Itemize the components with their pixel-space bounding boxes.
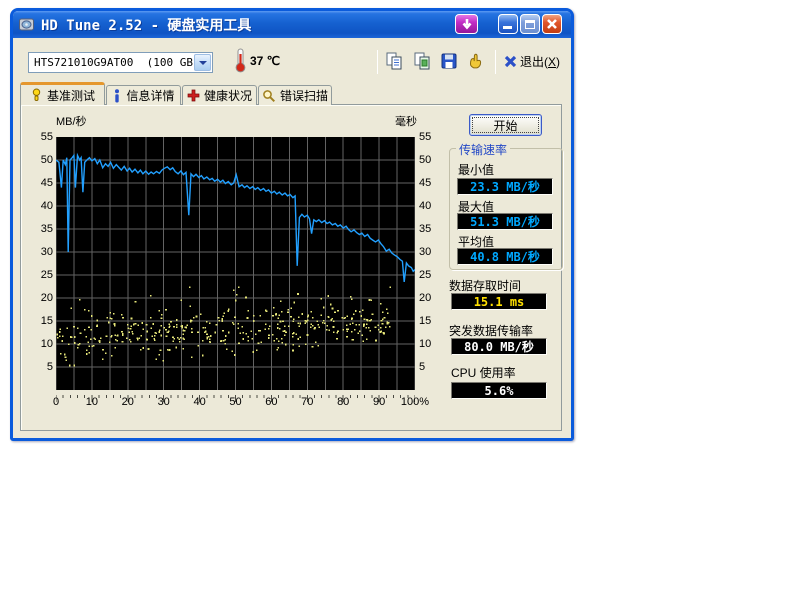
axis-tick-label: 20 [110, 396, 146, 408]
access-time-display: 15.1 ms [451, 293, 547, 310]
tab-scan[interactable]: 错误扫描 [258, 85, 332, 105]
axis-tick-label: 20 [419, 292, 449, 304]
benchmark-bulb-icon [30, 88, 43, 102]
axis-tick-label: 90 [361, 396, 397, 408]
maximize-icon [525, 20, 535, 29]
maximize-button[interactable] [520, 14, 540, 34]
copy-image-icon[interactable] [412, 51, 432, 71]
tab-label: 健康状况 [204, 87, 252, 104]
axis-tick-label: 5 [27, 361, 53, 373]
health-cross-icon [187, 89, 200, 102]
burst-rate-label: 突发数据传输率 [449, 322, 533, 339]
axis-tick-label: 80 [325, 396, 361, 408]
y-right-axis-labels: 555045403530252015105 [419, 137, 449, 390]
axis-tick-label: 35 [419, 223, 449, 235]
exit-x-icon [503, 54, 518, 69]
save-icon[interactable] [439, 51, 459, 71]
y-right-axis-title: 毫秒 [395, 113, 417, 129]
cpu-usage-label: CPU 使用率 [451, 364, 516, 381]
axis-tick-label: 10 [27, 338, 53, 350]
y-left-axis-title: MB/秒 [56, 113, 87, 129]
update-download-button[interactable] [455, 14, 478, 34]
axis-tick-label: 55 [27, 131, 53, 143]
toolbar-separator [377, 50, 378, 74]
axis-tick-label: 40 [182, 396, 218, 408]
axis-tick-label: 55 [419, 131, 449, 143]
axis-tick-label: 35 [27, 223, 53, 235]
groupbox-title: 传输速率 [456, 141, 510, 158]
axis-tick-label: 50 [419, 154, 449, 166]
y-left-axis-labels: 555045403530252015105 [27, 137, 53, 390]
window-title: HD Tune 2.52 - 硬盘实用工具 [41, 15, 251, 35]
cpu-usage-display: 5.6% [451, 382, 547, 399]
axis-tick-label: 30 [419, 246, 449, 258]
magnifier-icon [262, 89, 276, 103]
chevron-down-icon [199, 61, 207, 65]
start-button-label: 开始 [493, 117, 517, 134]
axis-tick-label: 40 [419, 200, 449, 212]
copy-text-icon[interactable] [384, 51, 404, 71]
minimize-button[interactable] [498, 14, 518, 34]
axis-tick-label: 15 [27, 315, 53, 327]
start-button[interactable]: 开始 [469, 114, 542, 136]
axis-tick-label: 10 [419, 338, 449, 350]
axis-tick-label: 50 [218, 396, 254, 408]
axis-tick-label: 100% [397, 396, 433, 408]
tab-label: 基准测试 [47, 87, 95, 104]
axis-tick-label: 30 [27, 246, 53, 258]
axis-tick-label: 70 [289, 396, 325, 408]
axis-tick-label: 20 [27, 292, 53, 304]
close-button[interactable] [542, 14, 562, 34]
axis-tick-label: 60 [253, 396, 289, 408]
drive-select-value: HTS721010G9AT00 (100 GB) [34, 56, 200, 69]
axis-tick-label: 15 [419, 315, 449, 327]
burst-rate-display: 80.0 MB/秒 [451, 338, 547, 355]
benchmark-panel: MB/秒 毫秒 555045403530252015105 5550454035… [20, 104, 562, 431]
drive-select-dropdown[interactable]: HTS721010G9AT00 (100 GB) [28, 52, 213, 73]
avg-speed-display: 40.8 MB/秒 [457, 248, 553, 265]
min-label: 最小值 [458, 161, 494, 178]
axis-tick-label: 25 [419, 269, 449, 281]
tab-health[interactable]: 健康状况 [182, 85, 257, 105]
benchmark-chart-plot [56, 137, 415, 390]
temperature-value: 37 ℃ [250, 54, 280, 68]
max-speed-display: 51.3 MB/秒 [457, 213, 553, 230]
app-window: HD Tune 2.52 - 硬盘实用工具 HTS721010G9AT00 (1… [10, 8, 574, 441]
tab-label: 错误扫描 [280, 87, 328, 104]
tab-info[interactable]: 信息详情 [106, 85, 181, 105]
axis-tick-label: 45 [27, 177, 53, 189]
info-icon [112, 89, 122, 103]
tab-label: 信息详情 [126, 87, 174, 104]
axis-tick-label: 25 [27, 269, 53, 281]
axis-tick-label: 10 [74, 396, 110, 408]
min-speed-display: 23.3 MB/秒 [457, 178, 553, 195]
tab-benchmark[interactable]: 基准测试 [20, 82, 105, 105]
dropdown-arrow-button[interactable] [194, 54, 211, 71]
axis-tick-label: 5 [419, 361, 449, 373]
axis-tick-label: 30 [146, 396, 182, 408]
axis-tick-label: 40 [27, 200, 53, 212]
axis-tick-label: 45 [419, 177, 449, 189]
axis-tick-label: 0 [38, 396, 74, 408]
thermometer-icon [234, 47, 247, 73]
close-icon [546, 18, 558, 30]
options-icon[interactable] [465, 51, 485, 71]
axis-tick-label: 50 [27, 154, 53, 166]
minimize-icon [503, 26, 512, 29]
transfer-rate-groupbox: 传输速率 最小值 23.3 MB/秒 最大值 51.3 MB/秒 平均值 40.… [449, 148, 563, 270]
access-time-label: 数据存取时间 [449, 277, 521, 294]
download-arrow-icon [460, 17, 474, 31]
exit-label: 退出(X) [520, 53, 560, 70]
exit-button[interactable]: 退出(X) [503, 53, 560, 70]
x-axis-labels: 0102030405060708090100% [56, 396, 415, 410]
hdd-app-icon [18, 16, 35, 33]
window-content: HTS721010G9AT00 (100 GB) 37 ℃ [13, 38, 571, 438]
title-bar[interactable]: HD Tune 2.52 - 硬盘实用工具 [13, 11, 571, 38]
toolbar-separator [495, 50, 496, 74]
